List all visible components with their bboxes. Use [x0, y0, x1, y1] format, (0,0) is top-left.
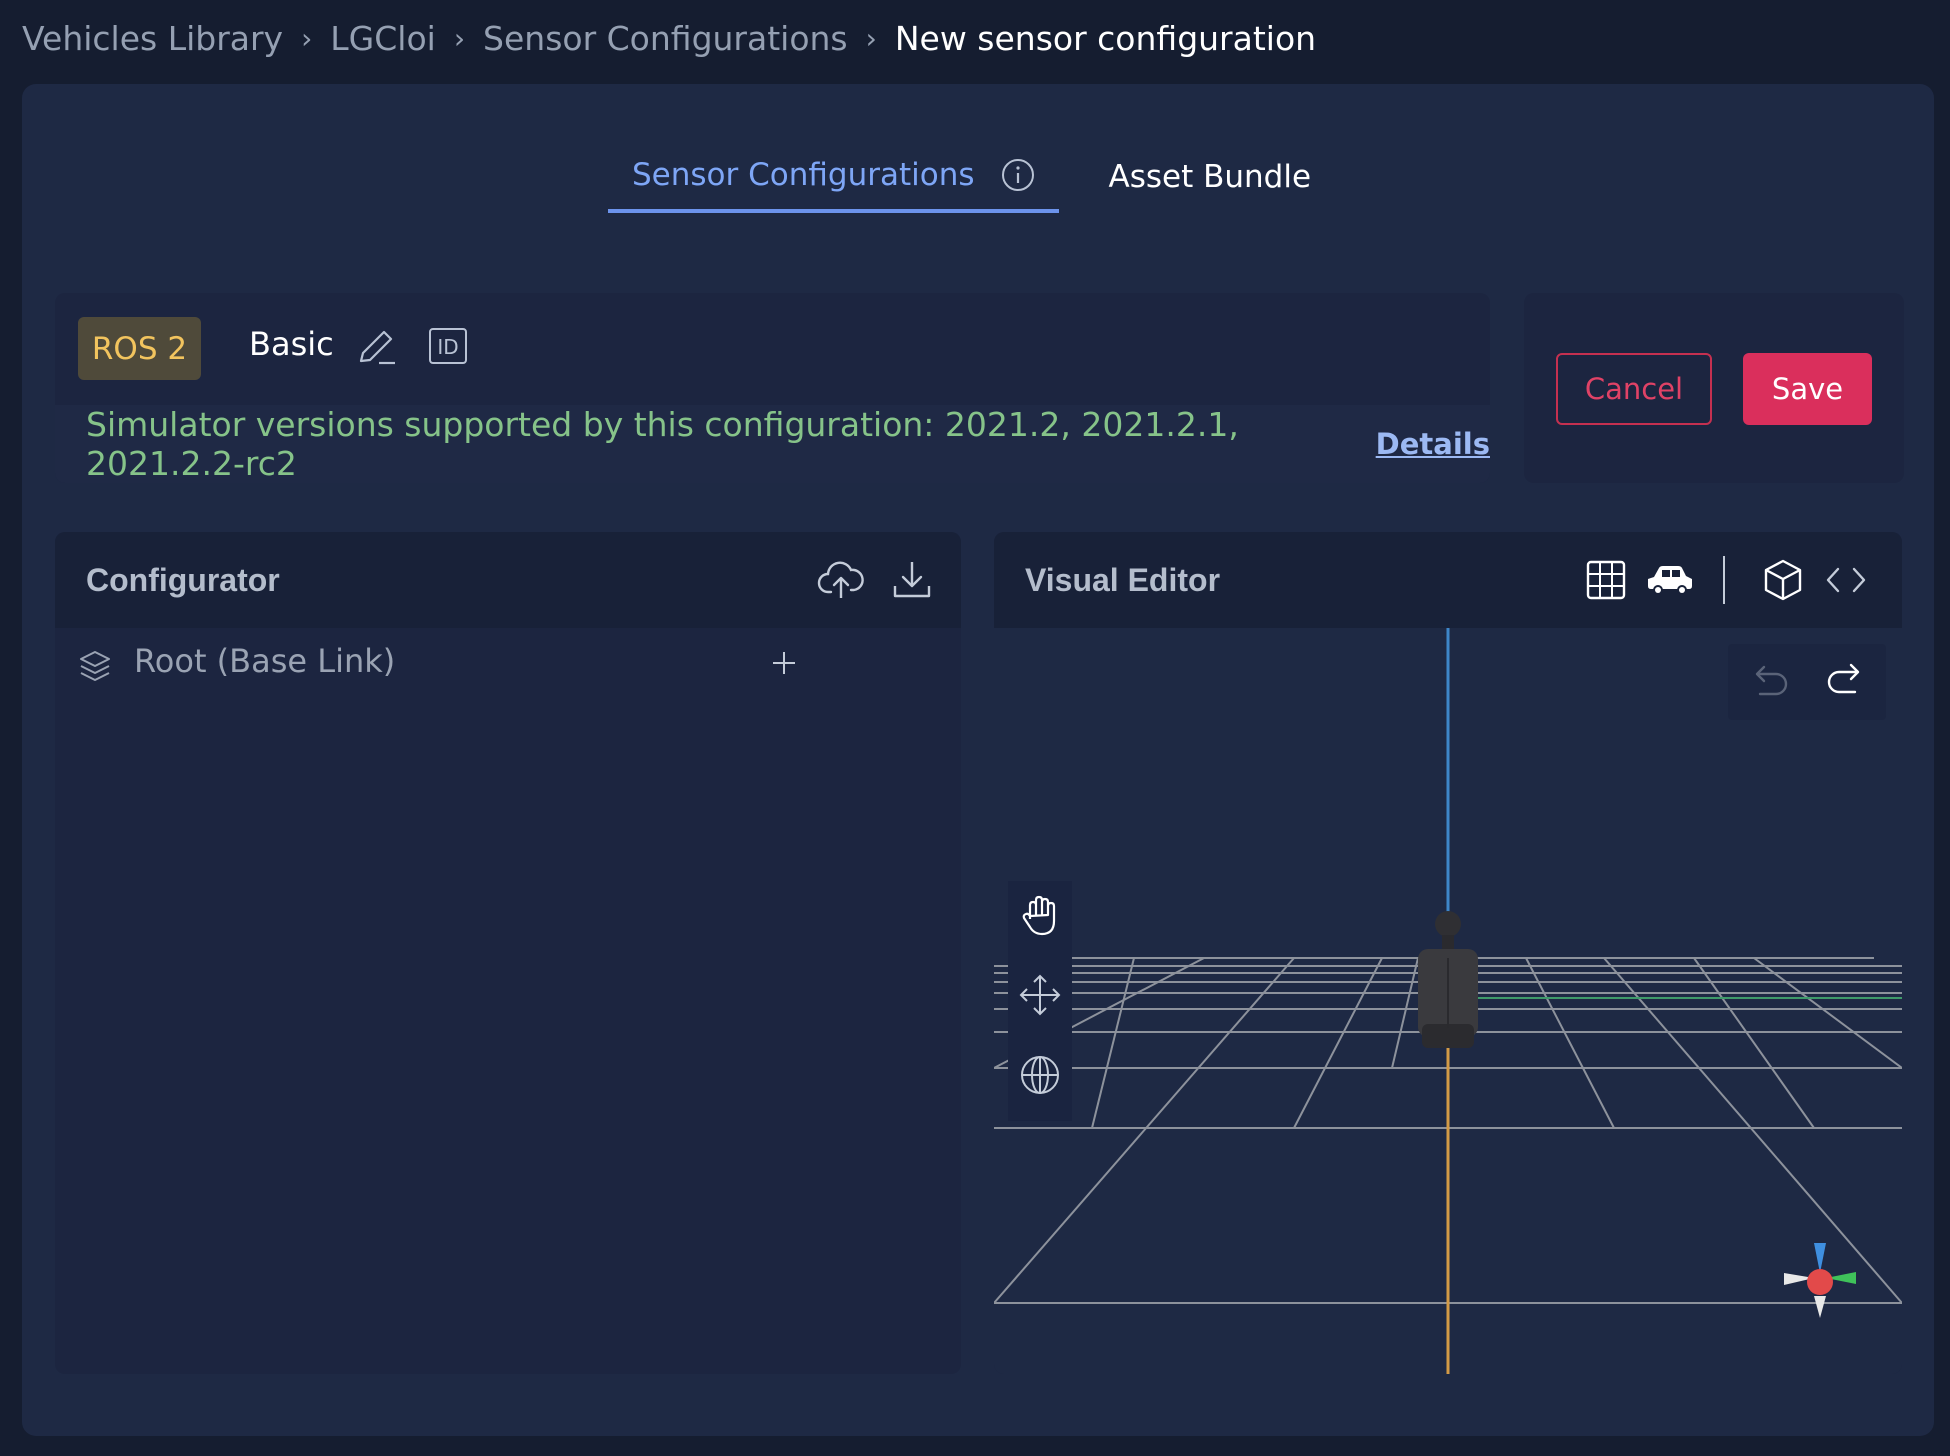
- history-controls: [1728, 644, 1886, 720]
- car-icon[interactable]: [1644, 556, 1692, 604]
- visual-editor-panel: Visual Editor: [994, 532, 1902, 1374]
- breadcrumb-vehicle[interactable]: LGCloi: [330, 19, 436, 58]
- tab-asset-bundle-label: Asset Bundle: [1108, 158, 1312, 195]
- transform-toolbar: [1008, 881, 1072, 1121]
- tab-sensor-configurations-label: Sensor Configurations: [632, 156, 975, 193]
- breadcrumb-separator: ›: [865, 21, 877, 55]
- tab-asset-bundle[interactable]: Asset Bundle: [1109, 140, 1336, 213]
- supported-versions-text: Simulator versions supported by this con…: [86, 405, 1239, 483]
- redo-icon[interactable]: [1823, 662, 1869, 702]
- axis-gizmo-icon[interactable]: [1764, 1238, 1874, 1348]
- actions-panel: Cancel Save: [1524, 293, 1904, 483]
- versions-row: Simulator versions supported by this con…: [55, 405, 1490, 483]
- breadcrumb-current: New sensor configuration: [894, 18, 1317, 58]
- tree-row-root[interactable]: Root (Base Link): [55, 628, 961, 698]
- ros-version-badge: ROS 2: [78, 317, 201, 380]
- hand-pan-icon[interactable]: [1016, 891, 1064, 939]
- rotate-globe-icon[interactable]: [1016, 1051, 1064, 1099]
- robot-model: [1418, 911, 1478, 1048]
- move-arrows-icon[interactable]: [1016, 971, 1064, 1019]
- id-icon-label: ID: [437, 335, 458, 359]
- grid-icon[interactable]: [1582, 556, 1630, 604]
- 3d-viewport[interactable]: [994, 628, 1902, 1374]
- download-icon[interactable]: [888, 556, 936, 604]
- cube-icon[interactable]: [1759, 556, 1807, 604]
- tab-sensor-configurations[interactable]: Sensor Configurations: [608, 140, 1059, 213]
- config-header: ROS 2 Basic ID Simulator versions suppor…: [55, 293, 1490, 483]
- configurator-panel: Configurator Root (Base Link): [55, 532, 961, 1374]
- breadcrumb: Vehicles Library › LGCloi › Sensor Confi…: [22, 16, 1316, 60]
- visual-editor-title: Visual Editor: [1025, 561, 1221, 598]
- id-icon[interactable]: ID: [428, 327, 468, 365]
- tab-bar: Sensor Configurations Asset Bundle: [608, 140, 1335, 213]
- configurator-header: Configurator: [55, 532, 961, 628]
- breadcrumb-vehicles-library[interactable]: Vehicles Library: [22, 19, 283, 58]
- layers-icon: [77, 648, 113, 684]
- visual-editor-header: Visual Editor: [994, 532, 1902, 628]
- undo-icon[interactable]: [1746, 664, 1792, 704]
- upload-icon[interactable]: [817, 556, 865, 604]
- add-icon[interactable]: [767, 646, 801, 680]
- breadcrumb-sensor-configurations[interactable]: Sensor Configurations: [483, 19, 848, 58]
- configurator-title: Configurator: [86, 561, 280, 598]
- root-node-label: Root (Base Link): [134, 642, 396, 680]
- config-name: Basic: [249, 325, 334, 363]
- info-icon[interactable]: [1001, 158, 1035, 192]
- code-icon[interactable]: [1820, 556, 1868, 604]
- breadcrumb-separator: ›: [453, 21, 466, 55]
- cancel-button[interactable]: Cancel: [1556, 353, 1712, 425]
- details-link[interactable]: Details: [1376, 427, 1490, 461]
- breadcrumb-separator: ›: [301, 21, 313, 55]
- toolbar-divider: [1723, 556, 1725, 604]
- save-button[interactable]: Save: [1743, 353, 1872, 425]
- edit-icon[interactable]: [355, 325, 399, 369]
